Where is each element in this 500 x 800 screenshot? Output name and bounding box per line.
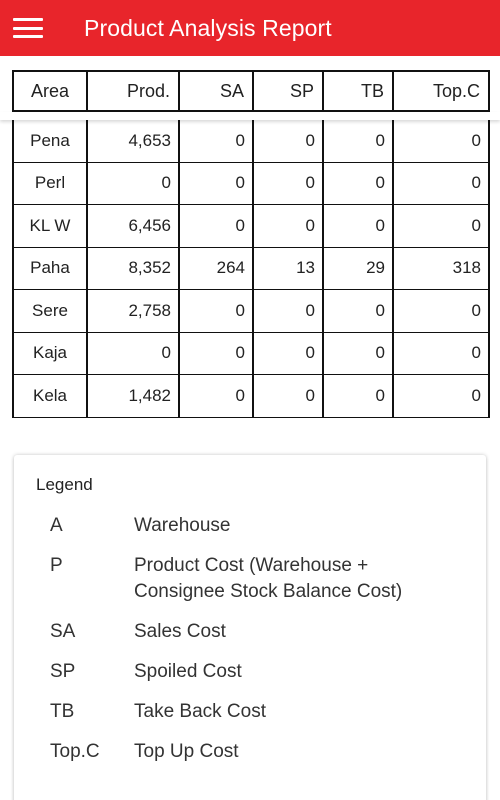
cell-sp: 0	[252, 290, 322, 332]
legend-card: Legend A Warehouse P Product Cost (Warehous…	[14, 455, 486, 800]
legend-item: Top.C Top Up Cost	[14, 739, 486, 765]
legend-description: Top Up Cost	[134, 741, 239, 762]
cell-tb: 0	[322, 120, 392, 162]
table-row[interactable]: Sere 2,758 0 0 0 0	[12, 290, 490, 333]
legend-description: Product Cost (Warehouse + Consignee Stoc…	[134, 555, 403, 602]
legend-list: A Warehouse P Product Cost (Warehouse + Con…	[14, 513, 486, 779]
cell-sa: 0	[178, 120, 252, 162]
cell-sa: 0	[178, 290, 252, 332]
column-header-topc[interactable]: Top.C	[392, 72, 490, 110]
cell-topc: 0	[392, 332, 490, 374]
page-title: Product Analysis Report	[84, 14, 332, 41]
legend-key: SP	[50, 661, 76, 682]
cell-area: Kaja	[12, 332, 86, 374]
legend-description: Sales Cost	[134, 621, 226, 642]
cell-area: Sere	[12, 290, 86, 332]
cell-sp: 0	[252, 375, 322, 417]
table-row[interactable]: Pena 4,653 0 0 0 0	[12, 120, 490, 163]
legend-key: SA	[50, 621, 76, 642]
column-header-prod[interactable]: Prod.	[86, 72, 178, 110]
table-header: Area Prod. SA SP TB Top.C	[12, 70, 490, 112]
table-row[interactable]: KL W 6,456 0 0 0 0	[12, 205, 490, 248]
legend-item: P Product Cost (Warehouse + Consignee Sto…	[14, 553, 486, 605]
legend-item: SA Sales Cost	[14, 619, 486, 645]
legend-key: TB	[50, 701, 75, 722]
cell-prod: 1,482	[86, 375, 178, 417]
column-header-area[interactable]: Area	[12, 72, 86, 110]
cell-topc: 0	[392, 162, 490, 204]
legend-key: A	[50, 515, 63, 536]
cell-prod: 4,653	[86, 120, 178, 162]
legend-description: Spoiled Cost	[134, 661, 242, 682]
cell-topc: 0	[392, 205, 490, 247]
cell-tb: 0	[322, 290, 392, 332]
cell-tb: 0	[322, 162, 392, 204]
cell-area: Pena	[12, 120, 86, 162]
cell-sp: 13	[252, 247, 322, 289]
legend-item: A Warehouse	[14, 513, 486, 539]
header-divider	[0, 112, 500, 120]
legend-item: SP Spoiled Cost	[14, 659, 486, 685]
app-bar: Product Analysis Report	[0, 0, 500, 56]
cell-sa: 0	[178, 162, 252, 204]
cell-sa: 0	[178, 205, 252, 247]
cell-topc: 0	[392, 290, 490, 332]
cell-sp: 0	[252, 162, 322, 204]
cell-prod: 6,456	[86, 205, 178, 247]
cell-tb: 0	[322, 375, 392, 417]
hamburger-menu-icon	[13, 18, 43, 38]
cell-sa: 0	[178, 375, 252, 417]
cell-tb: 0	[322, 205, 392, 247]
cell-area: Kela	[12, 375, 86, 417]
cell-area: KL W	[12, 205, 86, 247]
menu-button[interactable]	[0, 0, 56, 56]
legend-key: Top.C	[50, 741, 100, 762]
table-row[interactable]: Paha 8,352 264 13 29 318	[12, 247, 490, 290]
table-row[interactable]: Kela 1,482 0 0 0 0	[12, 375, 490, 418]
legend-description: Warehouse	[134, 515, 231, 536]
cell-prod: 0	[86, 162, 178, 204]
cell-prod: 8,352	[86, 247, 178, 289]
cell-sa: 264	[178, 247, 252, 289]
column-header-tb[interactable]: TB	[322, 72, 392, 110]
cell-area: Perl	[12, 162, 86, 204]
cell-prod: 0	[86, 332, 178, 374]
legend-key: P	[50, 555, 63, 576]
cell-topc: 0	[392, 120, 490, 162]
cell-topc: 318	[392, 247, 490, 289]
table-body: Pena 4,653 0 0 0 0 Perl 0 0 0 0 0 KL W 6,456 0 0 0 0 Paha 8…	[12, 120, 490, 418]
cell-sp: 0	[252, 120, 322, 162]
cell-prod: 2,758	[86, 290, 178, 332]
cell-tb: 0	[322, 332, 392, 374]
legend-item: TB Take Back Cost	[14, 699, 486, 725]
cell-sp: 0	[252, 332, 322, 374]
cell-sp: 0	[252, 205, 322, 247]
legend-title: Legend	[36, 475, 93, 494]
cell-area: Paha	[12, 247, 86, 289]
column-header-sa[interactable]: SA	[178, 72, 252, 110]
table-row[interactable]: Perl 0 0 0 0 0	[12, 162, 490, 205]
cell-tb: 29	[322, 247, 392, 289]
cell-sa: 0	[178, 332, 252, 374]
column-header-sp[interactable]: SP	[252, 72, 322, 110]
table-row[interactable]: Kaja 0 0 0 0 0	[12, 332, 490, 375]
cell-topc: 0	[392, 375, 490, 417]
legend-description: Take Back Cost	[134, 701, 266, 722]
